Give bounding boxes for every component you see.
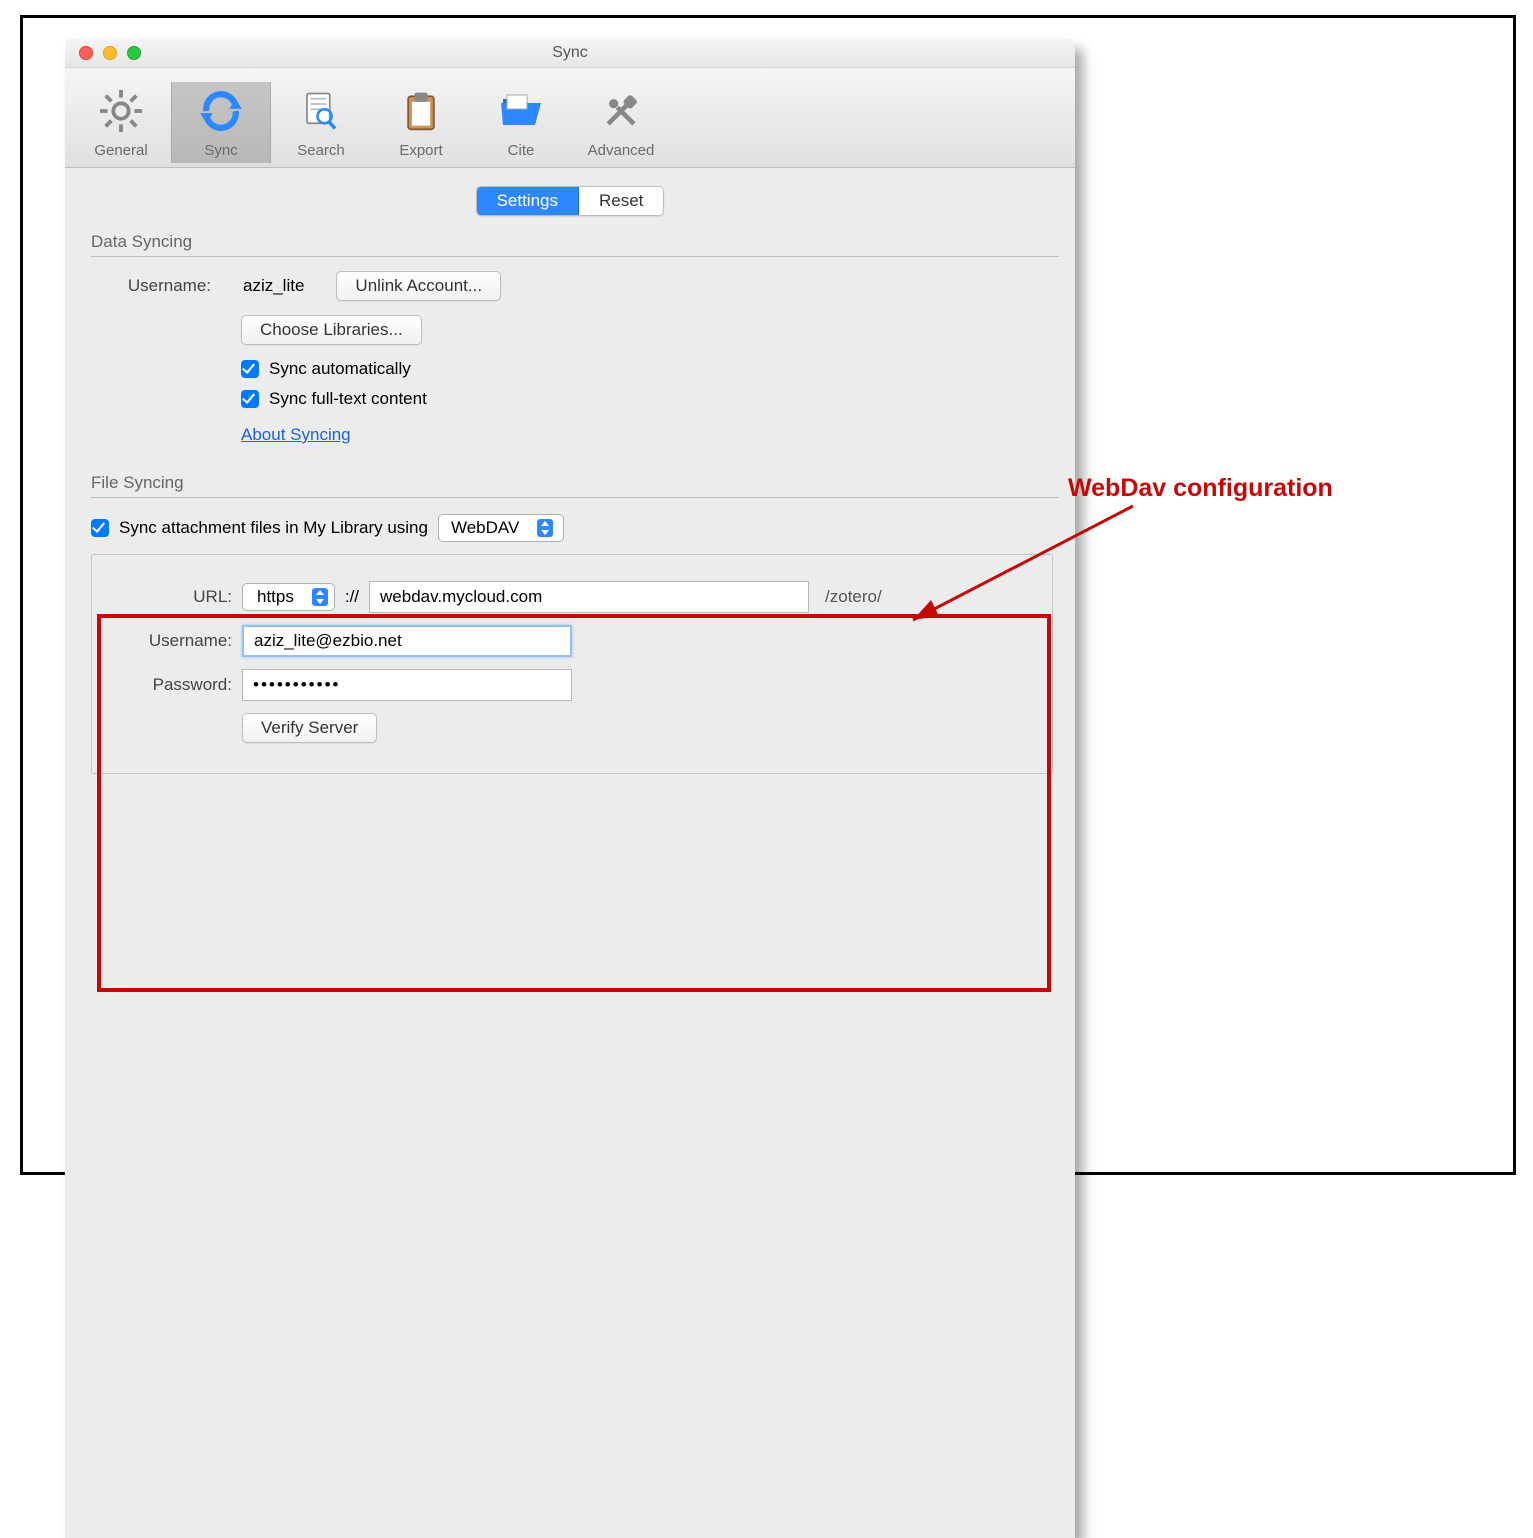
url-input[interactable] — [369, 581, 809, 613]
data-syncing-heading: Data Syncing — [91, 232, 1059, 252]
preferences-window: Sync General Sync Search — [65, 38, 1075, 1538]
subtab-group: Settings Reset — [476, 186, 665, 216]
sync-automatically-label: Sync automatically — [269, 359, 411, 379]
tab-search-label: Search — [271, 140, 371, 163]
toolbar: General Sync Search Export — [65, 68, 1075, 168]
select-arrows-icon — [537, 519, 553, 537]
webdav-fieldset: URL: https :// /zotero/ Username: — [91, 554, 1053, 774]
url-suffix: /zotero/ — [825, 587, 882, 607]
webdav-password-label: Password: — [102, 675, 232, 695]
sync-method-value: WebDAV — [451, 518, 519, 538]
sync-method-select[interactable]: WebDAV — [438, 514, 564, 542]
sync-attachments-label: Sync attachment files in My Library usin… — [119, 518, 428, 538]
tab-sync[interactable]: Sync — [171, 82, 271, 163]
divider — [91, 256, 1059, 257]
sync-fulltext-label: Sync full-text content — [269, 389, 427, 409]
tab-export[interactable]: Export — [371, 82, 471, 163]
outer-frame: Sync General Sync Search — [20, 15, 1516, 1175]
url-scheme-value: https — [257, 587, 294, 607]
choose-libraries-button[interactable]: Choose Libraries... — [241, 315, 422, 345]
search-icon — [300, 86, 342, 136]
tab-sync-label: Sync — [172, 140, 270, 163]
divider — [91, 497, 1059, 498]
file-syncing-heading: File Syncing — [91, 473, 1059, 493]
titlebar: Sync — [65, 38, 1075, 68]
tools-icon — [599, 89, 643, 133]
webdav-username-input[interactable] — [242, 625, 572, 657]
tab-general-label: General — [71, 140, 171, 163]
username-label: Username: — [91, 276, 211, 296]
gear-icon — [98, 88, 144, 134]
tab-cite[interactable]: Cite — [471, 82, 571, 163]
verify-server-button[interactable]: Verify Server — [242, 713, 377, 743]
annotation-text: WebDav configuration — [1068, 474, 1333, 503]
url-scheme-select[interactable]: https — [242, 583, 335, 611]
clipboard-icon — [399, 86, 443, 136]
folder-icon — [496, 91, 546, 131]
tab-general[interactable]: General — [71, 82, 171, 163]
about-syncing-link[interactable]: About Syncing — [241, 425, 351, 445]
tab-advanced-label: Advanced — [571, 140, 671, 163]
webdav-username-label: Username: — [102, 631, 232, 651]
sync-attachments-checkbox[interactable] — [91, 519, 109, 537]
window-title: Sync — [65, 44, 1075, 62]
username-value: aziz_lite — [227, 276, 320, 296]
tab-search[interactable]: Search — [271, 82, 371, 163]
sync-icon — [196, 86, 246, 136]
url-separator: :// — [345, 587, 359, 607]
webdav-password-input[interactable] — [242, 669, 572, 701]
unlink-account-button[interactable]: Unlink Account... — [336, 271, 501, 301]
subtab-settings[interactable]: Settings — [477, 187, 579, 215]
sync-automatically-checkbox[interactable] — [241, 360, 259, 378]
tab-cite-label: Cite — [471, 140, 571, 163]
subtab-reset[interactable]: Reset — [579, 187, 663, 215]
url-label: URL: — [102, 587, 232, 607]
tab-advanced[interactable]: Advanced — [571, 82, 671, 163]
sync-fulltext-checkbox[interactable] — [241, 390, 259, 408]
tab-export-label: Export — [371, 140, 471, 163]
select-arrows-icon — [312, 588, 328, 606]
